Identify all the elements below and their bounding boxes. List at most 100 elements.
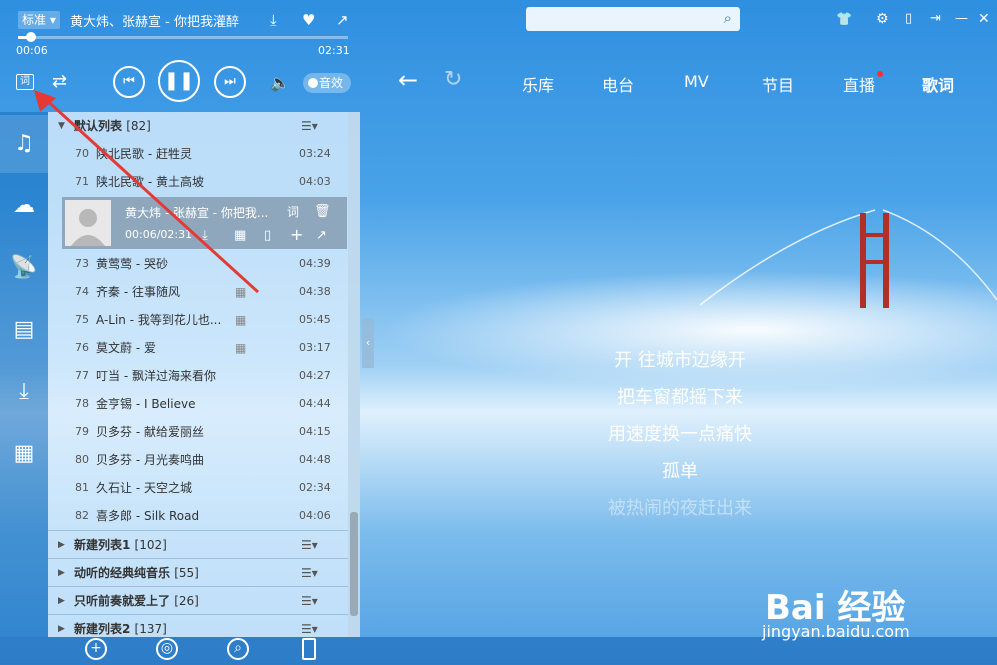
group-menu-icon[interactable]: ☰▾ <box>301 531 318 559</box>
now-playing-title: 黄大炜、张赫宣 - 你把我灌醉 <box>70 15 239 30</box>
shuffle-icon[interactable]: ⇄ <box>52 72 67 92</box>
quality-mode-label: 标准 <box>22 13 47 27</box>
phone-icon[interactable]: ▯ <box>905 9 912 29</box>
add-to-list-icon[interactable]: + <box>290 225 303 245</box>
search-input[interactable]: ⌕ <box>526 7 740 31</box>
track-title: 喜多郎 - Silk Road <box>96 509 200 523</box>
volume-icon[interactable]: 🔈 <box>270 73 290 93</box>
group-menu-icon[interactable]: ☰▾ <box>301 587 318 615</box>
mv-icon[interactable]: ▦ <box>235 334 246 362</box>
track-number: 80 <box>75 453 89 466</box>
bridge-illustration <box>700 209 997 308</box>
nav-tab-radio[interactable]: 电台 <box>602 72 634 96</box>
share-icon[interactable]: ↗ <box>336 10 349 30</box>
refresh-icon[interactable]: ↻ <box>444 69 462 91</box>
playlist-group[interactable]: ▶ 只听前奏就爱上了 [26] ☰▾ <box>48 586 348 614</box>
delete-icon[interactable]: 🗑 <box>314 202 331 222</box>
download-tray-icon[interactable]: ⤓ <box>0 363 48 421</box>
playlist-row[interactable]: 75 A-Lin - 我等到花儿也... ▦ 05:45 <box>48 306 348 334</box>
track-number: 75 <box>75 313 89 326</box>
playlist-row[interactable]: 78 金亨锡 - I Believe 04:44 <box>48 390 348 418</box>
track-number: 79 <box>75 425 89 438</box>
total-time: 02:31 <box>318 44 350 57</box>
mobile-icon[interactable] <box>302 638 316 660</box>
group-count: [26] <box>174 594 199 608</box>
quality-mode-selector[interactable]: 标准 ▾ <box>18 11 60 29</box>
playlist-group[interactable]: ▶ 动听的经典纯音乐 [55] ☰▾ <box>48 558 348 586</box>
progress-bar[interactable] <box>18 36 348 39</box>
track-duration: 04:27 <box>299 369 331 382</box>
track-title: 贝多芬 - 献给爱丽丝 <box>96 425 204 439</box>
playlist-row[interactable]: 80 贝多芬 - 月光奏鸣曲 04:48 <box>48 446 348 474</box>
track-duration: 03:24 <box>299 147 331 160</box>
track-title: A-Lin - 我等到花儿也... <box>96 313 222 327</box>
group-menu-icon[interactable]: ☰▾ <box>301 112 318 140</box>
nav-tab-shows[interactable]: 节目 <box>762 72 794 96</box>
track-duration: 04:03 <box>299 175 331 188</box>
progress-knob[interactable] <box>26 32 36 42</box>
annotation-arrow <box>34 90 260 294</box>
group-title: 新建列表1 <box>74 538 131 552</box>
lyric-line-upcoming: 被热闹的夜赶出来 <box>608 498 752 519</box>
nav-tab-library[interactable]: 乐库 <box>522 72 554 96</box>
expand-arrow-icon: ▶ <box>58 540 65 550</box>
group-menu-icon[interactable]: ☰▾ <box>301 559 318 587</box>
live-notification-dot <box>877 71 883 77</box>
lyric-line: 开 往城市边缘开 <box>614 350 746 371</box>
track-number: 81 <box>75 481 89 494</box>
library-icon[interactable]: ▤ <box>0 301 48 359</box>
download-icon[interactable]: ⤓ <box>270 10 277 30</box>
lyric-line: 孤单 <box>662 461 698 482</box>
group-title: 只听前奏就爱上了 <box>74 594 171 608</box>
expand-arrow-icon: ▶ <box>58 568 65 578</box>
playlist-row[interactable]: 81 久石让 - 天空之城 02:34 <box>48 474 348 502</box>
lyrics-toggle-icon[interactable]: 词 <box>16 74 34 90</box>
track-share-icon[interactable]: ↗ <box>316 226 327 246</box>
track-number: 82 <box>75 509 89 522</box>
group-title: 动听的经典纯音乐 <box>74 566 171 580</box>
add-icon[interactable]: + <box>85 638 107 660</box>
playlist-group[interactable]: ▶ 新建列表1 [102] ☰▾ <box>48 530 348 558</box>
track-duration: 04:15 <box>299 425 331 438</box>
track-title: 叮当 - 飘洋过海来看你 <box>96 369 216 383</box>
shirt-icon[interactable]: 👕 <box>836 10 852 30</box>
sound-effect-toggle[interactable]: 音效 <box>303 73 351 93</box>
elapsed-time: 00:06 <box>16 44 48 57</box>
nav-tab-mv[interactable]: MV <box>684 72 709 91</box>
heart-icon[interactable]: ♥ <box>302 10 315 30</box>
back-icon[interactable]: ← <box>398 68 418 92</box>
apps-icon[interactable]: ▦ <box>0 425 48 483</box>
nav-tab-lyrics[interactable]: 歌词 <box>922 72 954 96</box>
find-icon[interactable]: ⌕ <box>227 638 249 660</box>
lyrics-icon[interactable]: 词 <box>287 202 299 222</box>
locate-icon[interactable]: ◎ <box>156 638 178 660</box>
track-duration: 04:39 <box>299 257 331 270</box>
track-duration: 05:45 <box>299 313 331 326</box>
track-duration: 04:44 <box>299 397 331 410</box>
playlist-row[interactable]: 82 喜多郎 - Silk Road 04:06 <box>48 502 348 530</box>
group-count: [55] <box>174 566 199 580</box>
track-number: 77 <box>75 369 89 382</box>
search-icon[interactable]: ⌕ <box>724 9 732 27</box>
mv-icon[interactable]: ▦ <box>235 306 246 334</box>
close-icon[interactable]: ✕ <box>978 9 990 29</box>
group-title: 新建列表2 <box>74 622 131 636</box>
collapse-panel-handle[interactable]: ‹ <box>362 318 374 368</box>
mini-mode-icon[interactable]: ⇥ <box>930 9 941 29</box>
playlist-row[interactable]: 79 贝多芬 - 献给爱丽丝 04:15 <box>48 418 348 446</box>
lyric-line: 用速度换一点痛快 <box>608 424 752 445</box>
track-title: 金亨锡 - I Believe <box>96 397 196 411</box>
expand-arrow-icon: ▶ <box>58 596 65 606</box>
playlist-row[interactable]: 76 莫文蔚 - 爱 ▦ 03:17 <box>48 334 348 362</box>
lyric-line: 把车窗都摇下来 <box>617 387 743 408</box>
watermark-url: jingyan.baidu.com <box>762 622 910 641</box>
sound-effect-label: 音效 <box>319 76 344 90</box>
track-duration: 04:06 <box>299 509 331 522</box>
minimize-icon[interactable]: — <box>955 9 968 29</box>
nav-tab-live[interactable]: 直播 <box>843 72 875 96</box>
playlist-row[interactable]: 77 叮当 - 飘洋过海来看你 04:27 <box>48 362 348 390</box>
gear-icon[interactable]: ⚙ <box>876 9 889 29</box>
scrollbar-thumb[interactable] <box>350 512 358 616</box>
track-title: 莫文蔚 - 爱 <box>96 341 156 355</box>
track-duration: 04:38 <box>299 285 331 298</box>
